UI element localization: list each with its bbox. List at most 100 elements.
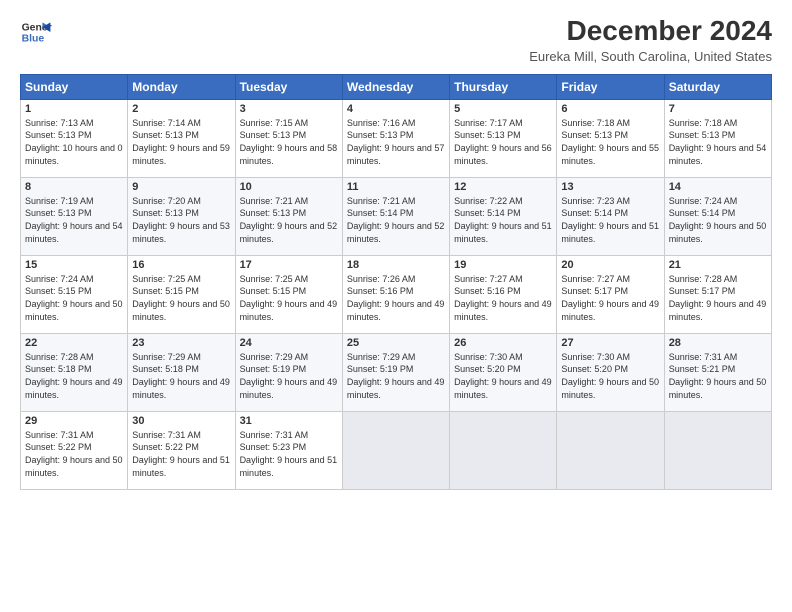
col-tuesday: Tuesday [235,74,342,99]
day-number: 14 [669,181,767,193]
day-number: 28 [669,337,767,349]
col-saturday: Saturday [664,74,771,99]
day-info: Sunrise: 7:24 AMSunset: 5:15 PMDaylight:… [25,273,123,323]
day-number: 31 [240,415,338,427]
table-row: 9 Sunrise: 7:20 AMSunset: 5:13 PMDayligh… [128,177,235,255]
svg-text:Blue: Blue [22,34,45,45]
day-info: Sunrise: 7:20 AMSunset: 5:13 PMDaylight:… [132,195,230,245]
day-number: 29 [25,415,123,427]
table-row: 2 Sunrise: 7:14 AMSunset: 5:13 PMDayligh… [128,99,235,177]
table-row [557,411,664,489]
day-number: 9 [132,181,230,193]
day-info: Sunrise: 7:18 AMSunset: 5:13 PMDaylight:… [561,117,659,167]
day-number: 7 [669,103,767,115]
day-number: 12 [454,181,552,193]
table-row: 28 Sunrise: 7:31 AMSunset: 5:21 PMDaylig… [664,333,771,411]
table-row: 26 Sunrise: 7:30 AMSunset: 5:20 PMDaylig… [450,333,557,411]
day-number: 17 [240,259,338,271]
day-number: 4 [347,103,445,115]
day-info: Sunrise: 7:23 AMSunset: 5:14 PMDaylight:… [561,195,659,245]
col-wednesday: Wednesday [342,74,449,99]
logo-icon: General Blue [20,16,52,48]
col-monday: Monday [128,74,235,99]
day-number: 27 [561,337,659,349]
table-row: 11 Sunrise: 7:21 AMSunset: 5:14 PMDaylig… [342,177,449,255]
main-title: December 2024 [529,16,772,47]
table-row: 29 Sunrise: 7:31 AMSunset: 5:22 PMDaylig… [21,411,128,489]
day-number: 11 [347,181,445,193]
calendar-week-3: 15 Sunrise: 7:24 AMSunset: 5:15 PMDaylig… [21,255,772,333]
table-row: 8 Sunrise: 7:19 AMSunset: 5:13 PMDayligh… [21,177,128,255]
day-info: Sunrise: 7:15 AMSunset: 5:13 PMDaylight:… [240,117,338,167]
day-info: Sunrise: 7:17 AMSunset: 5:13 PMDaylight:… [454,117,552,167]
day-number: 19 [454,259,552,271]
table-row: 6 Sunrise: 7:18 AMSunset: 5:13 PMDayligh… [557,99,664,177]
day-info: Sunrise: 7:16 AMSunset: 5:13 PMDaylight:… [347,117,445,167]
table-row: 27 Sunrise: 7:30 AMSunset: 5:20 PMDaylig… [557,333,664,411]
day-number: 3 [240,103,338,115]
table-row: 12 Sunrise: 7:22 AMSunset: 5:14 PMDaylig… [450,177,557,255]
day-info: Sunrise: 7:31 AMSunset: 5:22 PMDaylight:… [132,429,230,479]
calendar-week-5: 29 Sunrise: 7:31 AMSunset: 5:22 PMDaylig… [21,411,772,489]
day-number: 5 [454,103,552,115]
table-row: 10 Sunrise: 7:21 AMSunset: 5:13 PMDaylig… [235,177,342,255]
day-info: Sunrise: 7:21 AMSunset: 5:13 PMDaylight:… [240,195,338,245]
day-info: Sunrise: 7:14 AMSunset: 5:13 PMDaylight:… [132,117,230,167]
day-number: 18 [347,259,445,271]
day-info: Sunrise: 7:28 AMSunset: 5:18 PMDaylight:… [25,351,123,401]
table-row [664,411,771,489]
table-row: 20 Sunrise: 7:27 AMSunset: 5:17 PMDaylig… [557,255,664,333]
day-info: Sunrise: 7:13 AMSunset: 5:13 PMDaylight:… [25,117,123,167]
day-number: 2 [132,103,230,115]
table-row: 31 Sunrise: 7:31 AMSunset: 5:23 PMDaylig… [235,411,342,489]
logo: General Blue [20,16,52,48]
table-row: 30 Sunrise: 7:31 AMSunset: 5:22 PMDaylig… [128,411,235,489]
day-info: Sunrise: 7:26 AMSunset: 5:16 PMDaylight:… [347,273,445,323]
day-info: Sunrise: 7:31 AMSunset: 5:23 PMDaylight:… [240,429,338,479]
table-row: 18 Sunrise: 7:26 AMSunset: 5:16 PMDaylig… [342,255,449,333]
day-info: Sunrise: 7:29 AMSunset: 5:18 PMDaylight:… [132,351,230,401]
table-row: 4 Sunrise: 7:16 AMSunset: 5:13 PMDayligh… [342,99,449,177]
day-info: Sunrise: 7:19 AMSunset: 5:13 PMDaylight:… [25,195,123,245]
day-number: 13 [561,181,659,193]
header: General Blue December 2024 Eureka Mill, … [20,16,772,64]
day-number: 16 [132,259,230,271]
day-number: 23 [132,337,230,349]
day-number: 25 [347,337,445,349]
table-row: 16 Sunrise: 7:25 AMSunset: 5:15 PMDaylig… [128,255,235,333]
day-info: Sunrise: 7:21 AMSunset: 5:14 PMDaylight:… [347,195,445,245]
table-row: 21 Sunrise: 7:28 AMSunset: 5:17 PMDaylig… [664,255,771,333]
table-row [342,411,449,489]
header-row: Sunday Monday Tuesday Wednesday Thursday… [21,74,772,99]
day-number: 1 [25,103,123,115]
day-info: Sunrise: 7:24 AMSunset: 5:14 PMDaylight:… [669,195,767,245]
day-info: Sunrise: 7:22 AMSunset: 5:14 PMDaylight:… [454,195,552,245]
subtitle: Eureka Mill, South Carolina, United Stat… [529,49,772,64]
calendar-week-2: 8 Sunrise: 7:19 AMSunset: 5:13 PMDayligh… [21,177,772,255]
day-number: 10 [240,181,338,193]
day-number: 26 [454,337,552,349]
day-info: Sunrise: 7:30 AMSunset: 5:20 PMDaylight:… [561,351,659,401]
table-row: 5 Sunrise: 7:17 AMSunset: 5:13 PMDayligh… [450,99,557,177]
table-row: 3 Sunrise: 7:15 AMSunset: 5:13 PMDayligh… [235,99,342,177]
table-row: 23 Sunrise: 7:29 AMSunset: 5:18 PMDaylig… [128,333,235,411]
day-info: Sunrise: 7:29 AMSunset: 5:19 PMDaylight:… [240,351,338,401]
day-info: Sunrise: 7:25 AMSunset: 5:15 PMDaylight:… [132,273,230,323]
table-row: 17 Sunrise: 7:25 AMSunset: 5:15 PMDaylig… [235,255,342,333]
day-info: Sunrise: 7:27 AMSunset: 5:17 PMDaylight:… [561,273,659,323]
day-number: 15 [25,259,123,271]
table-row: 15 Sunrise: 7:24 AMSunset: 5:15 PMDaylig… [21,255,128,333]
day-info: Sunrise: 7:29 AMSunset: 5:19 PMDaylight:… [347,351,445,401]
calendar-week-4: 22 Sunrise: 7:28 AMSunset: 5:18 PMDaylig… [21,333,772,411]
table-row: 19 Sunrise: 7:27 AMSunset: 5:16 PMDaylig… [450,255,557,333]
day-info: Sunrise: 7:27 AMSunset: 5:16 PMDaylight:… [454,273,552,323]
table-row: 7 Sunrise: 7:18 AMSunset: 5:13 PMDayligh… [664,99,771,177]
calendar-table: Sunday Monday Tuesday Wednesday Thursday… [20,74,772,490]
table-row: 14 Sunrise: 7:24 AMSunset: 5:14 PMDaylig… [664,177,771,255]
day-info: Sunrise: 7:28 AMSunset: 5:17 PMDaylight:… [669,273,767,323]
page: General Blue December 2024 Eureka Mill, … [0,0,792,612]
day-info: Sunrise: 7:30 AMSunset: 5:20 PMDaylight:… [454,351,552,401]
table-row: 13 Sunrise: 7:23 AMSunset: 5:14 PMDaylig… [557,177,664,255]
day-info: Sunrise: 7:25 AMSunset: 5:15 PMDaylight:… [240,273,338,323]
day-number: 20 [561,259,659,271]
